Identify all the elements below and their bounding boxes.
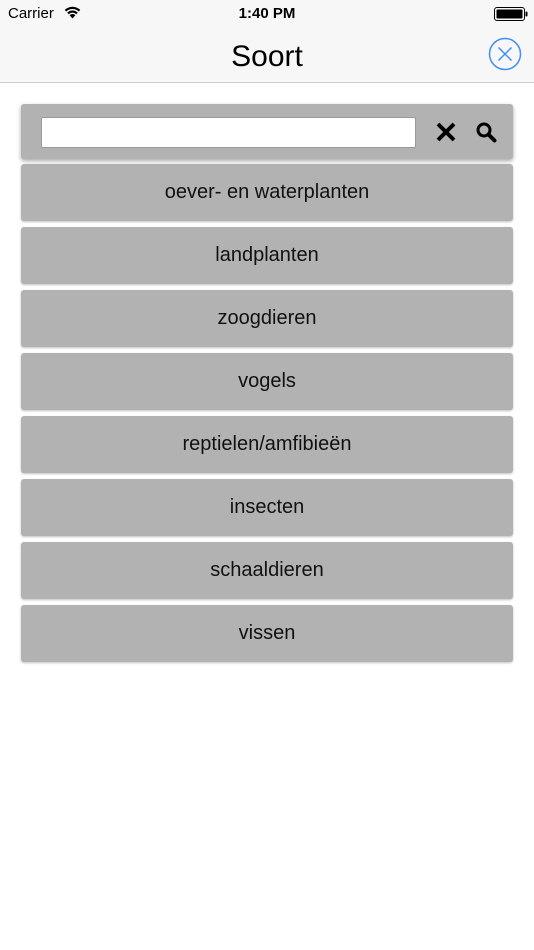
page-title: Soort [231, 40, 303, 73]
clear-icon[interactable] [435, 121, 457, 143]
category-button-schaaldieren[interactable]: schaaldieren [21, 542, 513, 599]
category-button-vogels[interactable]: vogels [21, 353, 513, 410]
status-time: 1:40 PM [238, 5, 296, 22]
category-button-reptielen-amfibieen[interactable]: reptielen/amfibieën [21, 416, 513, 473]
search-icon[interactable] [475, 121, 497, 143]
category-button-landplanten[interactable]: landplanten [21, 227, 513, 284]
search-bar [21, 104, 513, 159]
navigation-bar: Soort [0, 28, 534, 83]
category-button-vissen[interactable]: vissen [21, 605, 513, 662]
battery-icon [494, 7, 528, 21]
close-icon[interactable] [488, 37, 522, 71]
status-bar: Carrier 1:40 PM [0, 0, 534, 28]
category-button-zoogdieren[interactable]: zoogdieren [21, 290, 513, 347]
category-button-oever-en-waterplanten[interactable]: oever- en waterplanten [21, 164, 513, 221]
category-list: oever- en waterplanten landplanten zoogd… [21, 164, 513, 668]
search-input[interactable] [41, 117, 416, 148]
category-button-insecten[interactable]: insecten [21, 479, 513, 536]
